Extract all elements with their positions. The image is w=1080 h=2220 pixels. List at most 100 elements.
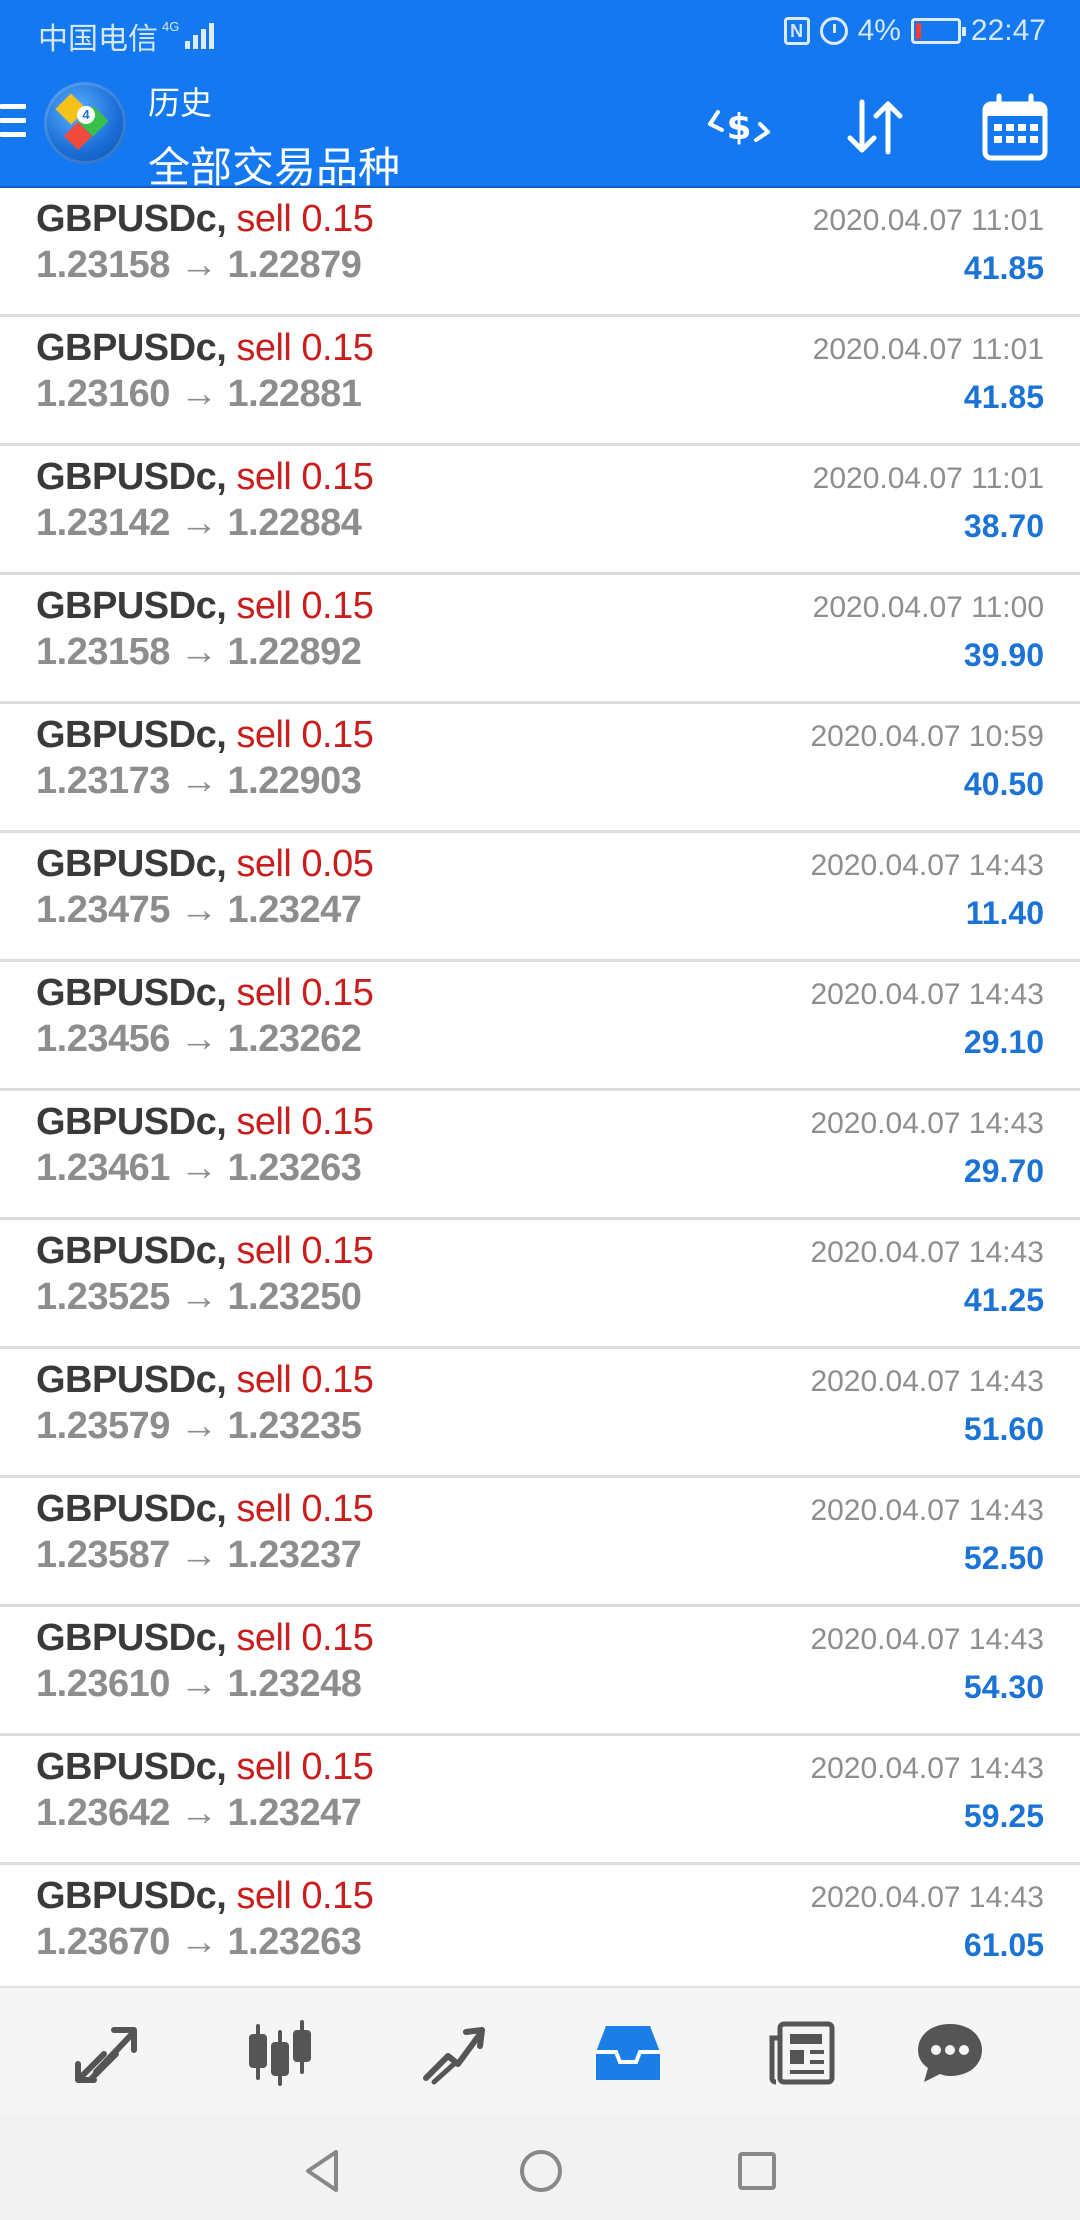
- trade-row[interactable]: GBPUSDc, sell 0.15 1.23456 → 1.23262 2020.…: [0, 962, 1080, 1091]
- trade-symbol: GBPUSDc,: [36, 1230, 227, 1272]
- trade-symbol: GBPUSDc,: [36, 456, 227, 498]
- trade-time: 2020.04.07 14:43: [810, 1623, 1044, 1656]
- trade-row[interactable]: GBPUSDc, sell 0.15 1.23642 → 1.23247 2020.…: [0, 1736, 1080, 1865]
- arrow-icon: →: [169, 1921, 228, 1963]
- recents-icon[interactable]: [732, 2146, 782, 2196]
- home-icon[interactable]: [516, 2146, 566, 2196]
- trade-symbol: GBPUSDc,: [36, 198, 227, 240]
- trade-icon[interactable]: [418, 2018, 490, 2088]
- trade-time: 2020.04.07 14:43: [810, 1494, 1044, 1527]
- arrow-icon: →: [169, 1018, 228, 1060]
- trade-row[interactable]: GBPUSDc, sell 0.15 1.23160 → 1.22881 2020.…: [0, 317, 1080, 446]
- quotes-icon[interactable]: [70, 2018, 142, 2088]
- news-icon[interactable]: [766, 2018, 838, 2088]
- trade-symbol: GBPUSDc,: [36, 1359, 227, 1401]
- trade-side-volume: sell 0.15: [236, 1359, 374, 1401]
- trade-prices: 1.23587 → 1.23237: [36, 1534, 362, 1577]
- open-price: 1.23158: [36, 244, 170, 286]
- trade-time: 2020.04.07 14:43: [810, 1365, 1044, 1398]
- trade-symbol-line: GBPUSDc, sell 0.15: [36, 972, 374, 1015]
- open-price: 1.23642: [36, 1792, 170, 1834]
- battery-percent: 4%: [857, 14, 901, 47]
- bottom-nav: [0, 1986, 1080, 2114]
- trade-symbol: GBPUSDc,: [36, 1617, 227, 1659]
- arrow-icon: →: [169, 1534, 228, 1576]
- trade-profit: 29.70: [963, 1153, 1044, 1189]
- open-price: 1.23587: [36, 1534, 170, 1576]
- open-price: 1.23525: [36, 1276, 170, 1318]
- messages-icon[interactable]: [914, 2018, 986, 2088]
- trade-profit: 59.25: [963, 1798, 1044, 1834]
- trade-profit: 29.10: [963, 1024, 1044, 1060]
- trade-prices: 1.23461 → 1.23263: [36, 1147, 362, 1190]
- trade-history-list[interactable]: GBPUSDc, sell 0.15 1.23158 → 1.22879 2020.…: [0, 188, 1080, 1986]
- trade-profit: 51.60: [963, 1411, 1044, 1447]
- trade-profit: 52.50: [963, 1540, 1044, 1576]
- trade-row[interactable]: GBPUSDc, sell 0.15 1.23461 → 1.23263 2020.…: [0, 1091, 1080, 1220]
- trade-row[interactable]: GBPUSDc, sell 0.15 1.23158 → 1.22892 2020.…: [0, 575, 1080, 704]
- sort-icon[interactable]: [840, 92, 910, 162]
- trade-symbol: GBPUSDc,: [36, 1101, 227, 1143]
- trade-time: 2020.04.07 11:01: [812, 333, 1044, 366]
- trade-prices: 1.23670 → 1.23263: [36, 1921, 362, 1964]
- open-price: 1.23475: [36, 889, 170, 931]
- trade-prices: 1.23456 → 1.23262: [36, 1018, 362, 1061]
- open-price: 1.23461: [36, 1147, 170, 1189]
- open-price: 1.23142: [36, 502, 170, 544]
- close-price: 1.23237: [227, 1534, 362, 1576]
- system-nav-bar: [0, 2114, 1080, 2220]
- close-price: 1.23263: [227, 1921, 362, 1963]
- trade-prices: 1.23158 → 1.22892: [36, 631, 362, 674]
- close-price: 1.22881: [227, 373, 362, 415]
- trade-side-volume: sell 0.15: [236, 198, 374, 240]
- trade-symbol-line: GBPUSDc, sell 0.15: [36, 1230, 374, 1273]
- top-bar: 中国电信 4G N 4% 22:47 4 历史 全部交易品种 $: [0, 0, 1080, 191]
- trade-side-volume: sell 0.15: [236, 1230, 374, 1272]
- trade-side-volume: sell 0.15: [236, 327, 374, 369]
- network-type: 4G: [162, 18, 180, 34]
- calendar-icon[interactable]: [980, 92, 1050, 162]
- arrow-icon: →: [169, 889, 228, 931]
- trade-symbol-line: GBPUSDc, sell 0.15: [36, 1617, 374, 1660]
- trade-row[interactable]: GBPUSDc, sell 0.15 1.23142 → 1.22884 2020.…: [0, 446, 1080, 575]
- metatrader-logo-icon[interactable]: 4: [44, 82, 126, 164]
- history-icon[interactable]: [592, 2018, 664, 2088]
- status-bar: 中国电信 4G N 4% 22:47: [0, 0, 1080, 62]
- chart-icon[interactable]: [244, 2018, 316, 2088]
- trade-row[interactable]: GBPUSDc, sell 0.05 1.23475 → 1.23247 2020.…: [0, 833, 1080, 962]
- trade-symbol-line: GBPUSDc, sell 0.15: [36, 1359, 374, 1402]
- status-left: 中国电信 4G: [38, 14, 215, 58]
- arrow-icon: →: [169, 502, 228, 544]
- trade-row[interactable]: GBPUSDc, sell 0.15 1.23610 → 1.23248 2020.…: [0, 1607, 1080, 1736]
- open-price: 1.23670: [36, 1921, 170, 1963]
- arrow-icon: →: [169, 373, 228, 415]
- title-block[interactable]: 历史 全部交易品种: [148, 78, 400, 195]
- currency-exchange-icon[interactable]: $: [704, 92, 774, 162]
- trade-prices: 1.23173 → 1.22903: [36, 760, 362, 803]
- trade-prices: 1.23160 → 1.22881: [36, 373, 362, 416]
- trade-row[interactable]: GBPUSDc, sell 0.15 1.23670 → 1.23263 2020.…: [0, 1865, 1080, 1986]
- trade-row[interactable]: GBPUSDc, sell 0.15 1.23579 → 1.23235 2020.…: [0, 1349, 1080, 1478]
- arrow-icon: →: [169, 1147, 228, 1189]
- trade-row[interactable]: GBPUSDc, sell 0.15 1.23158 → 1.22879 2020.…: [0, 188, 1080, 317]
- trade-prices: 1.23525 → 1.23250: [36, 1276, 362, 1319]
- trade-side-volume: sell 0.15: [236, 585, 374, 627]
- trade-time: 2020.04.07 14:43: [810, 1107, 1044, 1140]
- arrow-icon: →: [169, 1276, 228, 1318]
- trade-prices: 1.23158 → 1.22879: [36, 244, 362, 287]
- trade-symbol: GBPUSDc,: [36, 585, 227, 627]
- trade-prices: 1.23642 → 1.23247: [36, 1792, 362, 1835]
- back-icon[interactable]: [300, 2146, 350, 2196]
- nfc-icon: N: [783, 17, 810, 45]
- trade-symbol: GBPUSDc,: [36, 714, 227, 756]
- trade-symbol: GBPUSDc,: [36, 972, 227, 1014]
- close-price: 1.23248: [227, 1663, 362, 1705]
- app-root: 中国电信 4G N 4% 22:47 4 历史 全部交易品种 $ GBPUSDc…: [0, 0, 1080, 2220]
- trade-time: 2020.04.07 14:43: [810, 1236, 1044, 1269]
- menu-icon[interactable]: [0, 104, 26, 142]
- trade-row[interactable]: GBPUSDc, sell 0.15 1.23173 → 1.22903 2020.…: [0, 704, 1080, 833]
- trade-row[interactable]: GBPUSDc, sell 0.15 1.23525 → 1.23250 2020.…: [0, 1220, 1080, 1349]
- page-title: 全部交易品种: [148, 144, 401, 191]
- trade-profit: 41.25: [963, 1282, 1044, 1318]
- trade-row[interactable]: GBPUSDc, sell 0.15 1.23587 → 1.23237 2020.…: [0, 1478, 1080, 1607]
